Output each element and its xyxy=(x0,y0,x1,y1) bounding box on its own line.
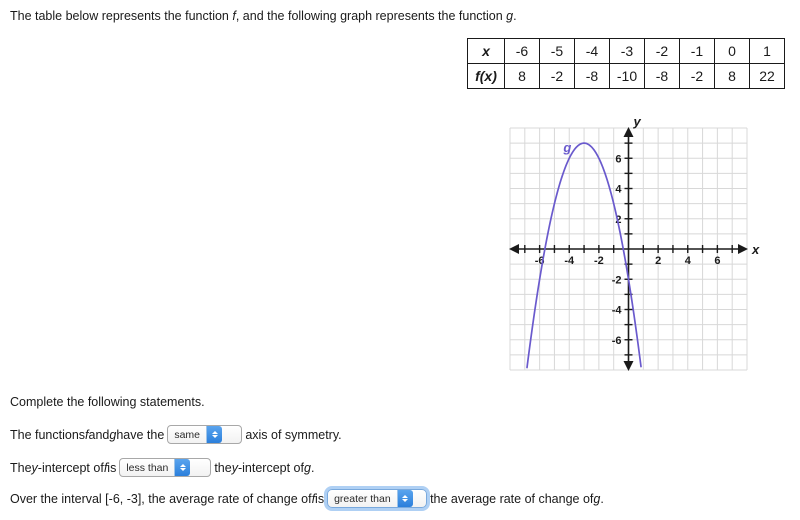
table-cell-fx-3: -10 xyxy=(609,63,645,89)
table-cell-fx-1: -2 xyxy=(539,63,575,89)
chevron-up-icon xyxy=(211,431,218,434)
yint-text-mid1: -intercept of xyxy=(37,460,104,475)
prompt-text-part1: The table below represents the function xyxy=(10,9,233,23)
yint-function-g: g xyxy=(303,460,311,475)
statements-heading: Complete the following statements. xyxy=(10,394,205,410)
chevron-up-icon xyxy=(402,495,409,498)
table-header-x: x xyxy=(467,38,505,64)
symmetry-text-and: and xyxy=(88,427,110,442)
statement-rate-of-change: Over the interval [-6, -3], the average … xyxy=(10,486,604,511)
function-value-table: x -6 -5 -4 -3 -2 -1 0 1 f(x) 8 -2 -8 -10… xyxy=(467,38,785,89)
prompt-text-part2: , and the following graph represents the… xyxy=(235,9,507,23)
x-tick-4: 4 xyxy=(685,255,692,267)
roc-text-before: Over the interval [-6, -3], the average … xyxy=(10,491,312,506)
table-cell-x-2: -4 xyxy=(574,38,610,64)
y-intercept-select-value: less than xyxy=(126,461,169,474)
y-tick-4: 4 xyxy=(615,184,622,196)
y-intercept-select[interactable]: less than xyxy=(119,458,212,477)
y-axis-label: y xyxy=(633,114,642,129)
curve-label-g: g xyxy=(562,140,571,155)
symmetry-function-g: g xyxy=(109,427,117,442)
table-cell-fx-2: -8 xyxy=(574,63,610,89)
yint-text-after2: -intercept of xyxy=(237,460,304,475)
chevron-up-icon xyxy=(179,464,186,467)
symmetry-text-before: The functions xyxy=(10,427,86,442)
parabola-graph: -6 -4 -2 2 4 6 6 4 2 -2 -4 -6 x y g xyxy=(500,112,760,378)
rate-of-change-select-value: greater than xyxy=(334,492,391,505)
symmetry-text-mid: have the xyxy=(116,427,165,442)
statement-y-intercept: The y -intercept of f is less than the y-… xyxy=(10,458,314,477)
table-cell-x-5: -1 xyxy=(679,38,715,64)
chevron-updown-icon[interactable] xyxy=(396,490,413,507)
roc-function-g: g xyxy=(593,491,601,506)
table-cell-x-6: 0 xyxy=(714,38,750,64)
y-tick--4: -4 xyxy=(612,305,623,317)
symmetry-select[interactable]: same xyxy=(167,425,243,444)
yint-text-after3: . xyxy=(310,460,315,475)
symmetry-select-value: same xyxy=(174,428,200,441)
x-tick--4: -4 xyxy=(564,255,575,267)
page-prompt: The table below represents the function … xyxy=(10,8,517,24)
roc-text-mid: is xyxy=(315,491,325,506)
table-cell-fx-0: 8 xyxy=(504,63,540,89)
prompt-text-part3: . xyxy=(513,9,517,23)
table-cell-x-4: -2 xyxy=(644,38,680,64)
table-row-fx: f(x) 8 -2 -8 -10 -8 -2 8 22 xyxy=(467,63,785,89)
roc-text-after: the average rate of change of xyxy=(430,491,594,506)
chevron-updown-icon[interactable] xyxy=(206,426,222,443)
yint-text-before: The xyxy=(10,460,32,475)
rate-of-change-select[interactable]: greater than xyxy=(324,486,431,511)
chevron-down-icon xyxy=(179,468,186,471)
symmetry-text-after: axis of symmetry. xyxy=(245,427,342,442)
x-tick-2: 2 xyxy=(655,255,661,267)
chevron-down-icon xyxy=(402,499,409,502)
y-tick--6: -6 xyxy=(612,335,622,347)
x-tick-6: 6 xyxy=(714,255,720,267)
table-cell-x-0: -6 xyxy=(504,38,540,64)
y-tick--2: -2 xyxy=(612,274,622,286)
x-tick--2: -2 xyxy=(594,255,604,267)
x-axis-label: x xyxy=(751,242,760,257)
chevron-updown-icon[interactable] xyxy=(174,459,191,476)
table-cell-x-7: 1 xyxy=(749,38,785,64)
yint-text-mid2: is xyxy=(107,460,117,475)
y-tick-6: 6 xyxy=(615,153,621,165)
statement-axis-of-symmetry: The functions f and g have the same axis… xyxy=(10,425,342,444)
table-cell-fx-5: -2 xyxy=(679,63,715,89)
roc-text-after2: . xyxy=(600,491,604,506)
table-cell-x-1: -5 xyxy=(539,38,575,64)
table-cell-fx-6: 8 xyxy=(714,63,750,89)
table-cell-fx-4: -8 xyxy=(644,63,680,89)
yint-text-after1: the xyxy=(214,460,232,475)
chevron-down-icon xyxy=(211,435,218,438)
statements-heading-text: Complete the following statements. xyxy=(10,395,205,409)
table-row-x: x -6 -5 -4 -3 -2 -1 0 1 xyxy=(467,38,785,64)
table-header-fx: f(x) xyxy=(467,63,505,89)
table-cell-x-3: -3 xyxy=(609,38,645,64)
table-cell-fx-7: 22 xyxy=(749,63,785,89)
